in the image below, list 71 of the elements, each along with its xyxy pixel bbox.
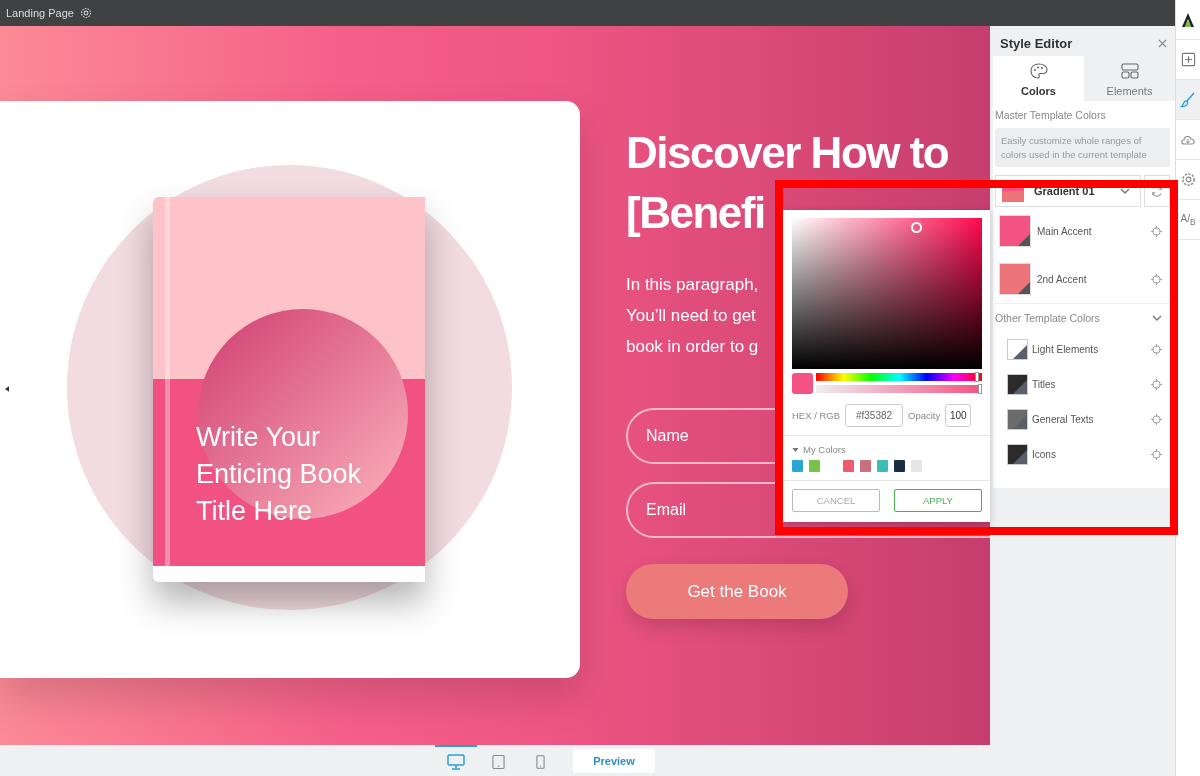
paragraph-text: book in order to g — [626, 336, 760, 358]
current-color-swatch — [792, 373, 813, 394]
hint-text: Easily customize whole ranges of colors used in the current template — [995, 128, 1170, 167]
color-label: Light Elements — [1032, 344, 1100, 355]
brush-icon[interactable] — [1180, 91, 1196, 108]
opacity-input[interactable]: 100 — [945, 404, 972, 427]
layout-icon — [1120, 63, 1139, 79]
paragraph-text: In this paragraph, — [626, 274, 760, 296]
get-book-button[interactable]: Get the Book — [626, 564, 848, 619]
desktop-icon[interactable] — [447, 753, 466, 770]
caret-icon — [5, 386, 9, 392]
crosshair-icon[interactable] — [1151, 225, 1162, 237]
caret-down-icon[interactable] — [792, 447, 799, 452]
book-title: Write Your Enticing Book Title Here — [196, 421, 363, 528]
color-swatch[interactable] — [860, 460, 871, 472]
section-title: Other Template Colors — [995, 312, 1100, 324]
color-swatch[interactable] — [999, 215, 1031, 247]
refresh-icon — [1151, 185, 1163, 197]
phone-icon[interactable] — [535, 753, 545, 770]
logo-icon[interactable] — [1180, 11, 1196, 28]
headline-text: Discover How to — [626, 127, 949, 179]
color-swatch[interactable] — [894, 460, 905, 472]
color-swatch[interactable] — [911, 460, 922, 472]
hex-input[interactable]: #f35382 — [845, 404, 904, 427]
color-label: Icons — [1032, 449, 1057, 460]
headline-text: [Benefi — [626, 187, 765, 239]
color-swatch[interactable] — [1007, 339, 1028, 360]
color-label: General Texts — [1032, 414, 1095, 425]
refresh-button[interactable] — [1144, 175, 1170, 207]
color-swatch[interactable] — [809, 460, 820, 472]
breadcrumb[interactable]: Landing Page — [6, 7, 74, 19]
section-title: Master Template Colors — [995, 109, 1107, 121]
editor-tab[interactable]: Colors — [993, 56, 1084, 101]
saturation-area[interactable] — [792, 218, 982, 369]
color-swatch[interactable] — [1007, 374, 1028, 395]
tablet-icon[interactable] — [491, 753, 505, 770]
chevron-down-icon — [1120, 188, 1130, 194]
color-swatch[interactable] — [1007, 409, 1028, 430]
preview-button[interactable]: Preview — [573, 748, 655, 773]
opacity-thumb[interactable] — [978, 384, 982, 394]
opacity-label: Opacity — [908, 410, 941, 421]
picker-handle[interactable] — [911, 222, 922, 233]
crosshair-icon[interactable] — [1151, 273, 1162, 285]
ab-test-button[interactable]: A/$_{B}$ — [1180, 212, 1196, 227]
settings-icon[interactable] — [79, 7, 92, 19]
color-swatch[interactable] — [843, 460, 854, 472]
crosshair-icon[interactable] — [1151, 414, 1162, 425]
close-icon[interactable] — [1158, 39, 1167, 48]
editor-tab[interactable]: Elements — [1084, 56, 1175, 101]
hue-thumb[interactable] — [975, 372, 979, 382]
color-label: Main Accent — [1037, 225, 1093, 237]
color-swatch[interactable] — [999, 263, 1031, 295]
panel-title: Style Editor — [1000, 36, 1073, 51]
opacity-slider[interactable] — [816, 385, 982, 393]
paragraph-text: You’ll need to get — [626, 305, 757, 327]
crosshair-icon[interactable] — [1151, 344, 1162, 355]
color-swatch[interactable] — [1007, 444, 1028, 465]
crosshair-icon[interactable] — [1151, 449, 1162, 460]
color-swatch[interactable] — [877, 460, 888, 472]
color-swatch[interactable] — [792, 460, 803, 472]
color-label: 2nd Accent — [1037, 273, 1088, 285]
palette-icon — [1029, 63, 1048, 79]
color-label: Titles — [1032, 379, 1057, 390]
apply-button[interactable]: APPLY — [894, 489, 982, 512]
hue-slider[interactable] — [816, 373, 982, 381]
chevron-icon[interactable] — [1152, 313, 1162, 323]
settings-icon[interactable] — [1180, 172, 1196, 187]
hex-label: HEX / RGB — [792, 410, 841, 421]
add-icon[interactable] — [1180, 52, 1196, 67]
my-colors-label: My Colors — [803, 444, 846, 455]
crosshair-icon[interactable] — [1151, 379, 1162, 390]
